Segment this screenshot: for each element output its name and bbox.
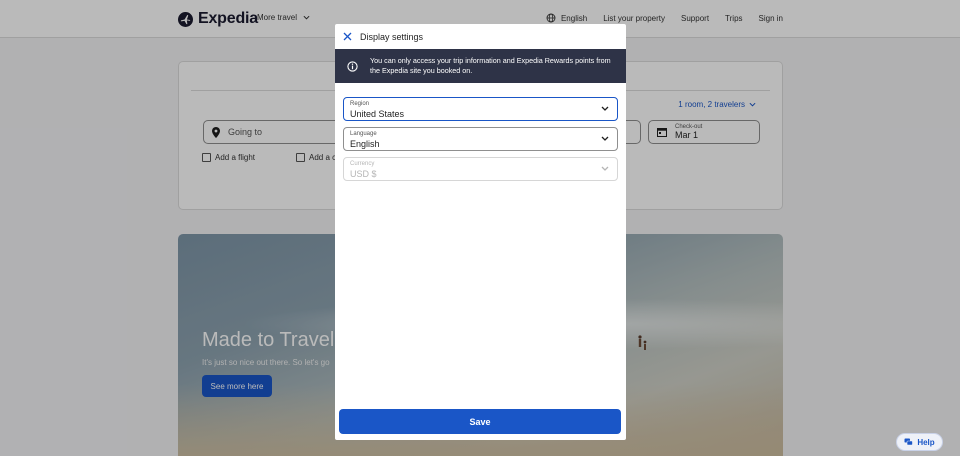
close-icon[interactable]: [343, 32, 352, 41]
display-settings-dialog: Display settings You can only access you…: [335, 24, 626, 440]
chat-bubble-icon: [904, 438, 914, 446]
save-button[interactable]: Save: [339, 409, 621, 434]
help-label: Help: [917, 437, 935, 447]
language-value: English: [350, 139, 380, 149]
dialog-header: Display settings: [335, 24, 626, 49]
currency-value: USD $: [350, 169, 377, 179]
region-label: Region: [350, 101, 370, 107]
currency-label: Currency: [350, 161, 375, 167]
dialog-title: Display settings: [360, 31, 424, 42]
help-button[interactable]: Help: [896, 433, 943, 451]
chevron-down-icon: [601, 166, 609, 171]
language-select[interactable]: Language English: [343, 127, 618, 151]
region-value: United States: [350, 109, 405, 119]
region-select[interactable]: Region United States: [343, 97, 618, 121]
chevron-down-icon: [601, 136, 609, 141]
language-label: Language: [350, 131, 377, 137]
info-message: You can only access your trip informatio…: [370, 56, 611, 75]
info-banner: You can only access your trip informatio…: [335, 49, 626, 83]
info-icon: [347, 60, 358, 72]
chevron-down-icon: [601, 106, 609, 111]
currency-select: Currency USD $: [343, 157, 618, 181]
